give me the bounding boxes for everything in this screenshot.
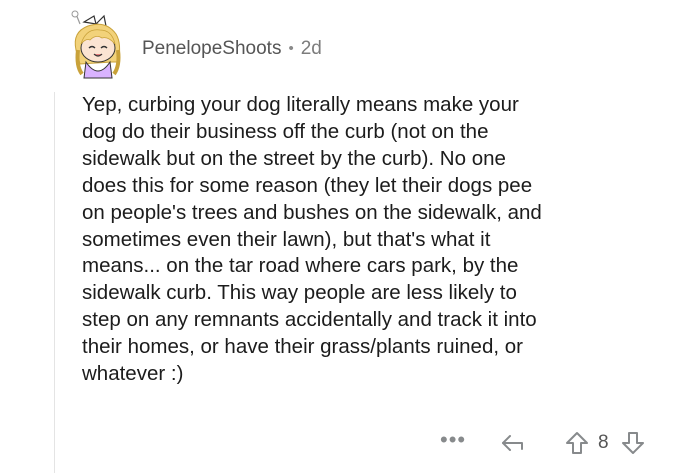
comment-line: means... on the tar road where cars park… [82, 254, 519, 278]
meta-separator: • [288, 40, 294, 57]
author-username[interactable]: PenelopeShoots [142, 37, 281, 61]
comment-line: whatever :) [82, 362, 184, 386]
reply-icon [502, 435, 523, 451]
downvote-button[interactable] [620, 430, 646, 456]
comment-line: on people's trees and bushes on the side… [82, 200, 542, 224]
upvote-button[interactable] [564, 430, 590, 456]
comment-body: Yep, curbing your dog literally means ma… [82, 92, 682, 388]
comment-line: sidewalk but on the street by the curb).… [82, 146, 506, 170]
reply-button[interactable] [500, 430, 526, 456]
snoo-avatar-icon [71, 10, 121, 79]
comment-age: 2d [300, 38, 322, 59]
avatar[interactable] [66, 10, 130, 80]
comment-line: dog do their business off the curb (not … [82, 119, 489, 143]
comment-line: Yep, curbing your dog literally means ma… [82, 93, 519, 116]
thread-line [54, 92, 55, 473]
comment-line: their homes, or have their grass/plants … [82, 335, 523, 359]
comment-line: sometimes even their lawn), but that's w… [82, 227, 491, 251]
upvote-arrow-icon [566, 432, 588, 454]
comment-line: does this for some reason (they let thei… [82, 173, 533, 197]
comment-line: sidewalk curb. This way people are less … [82, 281, 517, 305]
vote-score: 8 [598, 432, 609, 453]
comment-line: step on any remnants accidentally and tr… [82, 308, 537, 332]
downvote-arrow-icon [622, 432, 644, 454]
more-options-icon[interactable]: ••• [440, 429, 466, 451]
comment-meta: PenelopeShoots • 2d [142, 37, 322, 61]
